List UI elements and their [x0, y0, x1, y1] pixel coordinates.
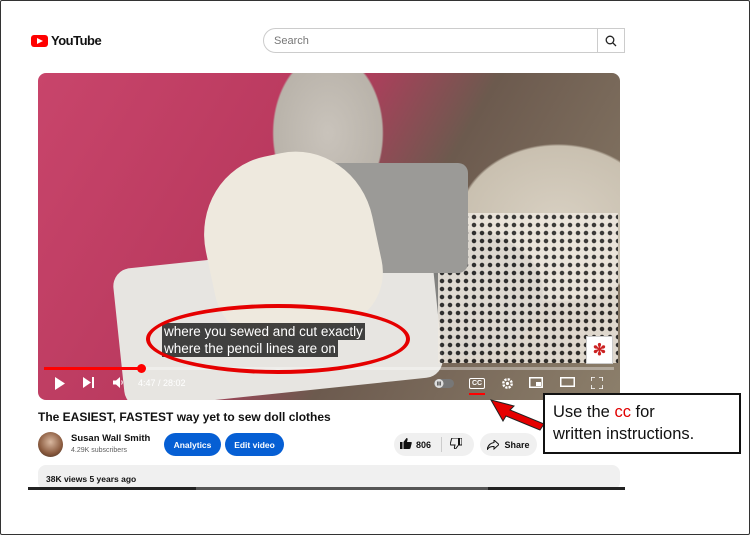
time-display: 4:47 / 28:02: [138, 378, 186, 388]
share-label: Share: [504, 439, 530, 450]
views-and-date: 38K views 5 years ago: [46, 474, 137, 484]
thumbs-up-icon: [400, 437, 412, 449]
like-dislike-group: 806: [394, 433, 474, 456]
annotation-callout: Use the cc for written instructions.: [543, 393, 741, 454]
bottom-scrollbar[interactable]: [28, 487, 625, 490]
like-divider: [441, 437, 443, 452]
play-icon: [55, 377, 65, 390]
video-title: The EASIEST, FASTEST way yet to sew doll…: [38, 410, 331, 424]
skip-next-icon: [83, 377, 94, 388]
volume-button[interactable]: [113, 377, 124, 388]
search-box: [263, 28, 625, 53]
theater-mode-button[interactable]: [560, 377, 575, 387]
youtube-play-icon: [31, 34, 48, 47]
annotation-arrow-icon: [489, 399, 545, 431]
share-button[interactable]: Share: [480, 433, 537, 456]
callout-line-2: written instructions.: [553, 425, 695, 443]
channel-watermark[interactable]: ✻: [586, 336, 613, 364]
callout-line-1: Use the cc for: [553, 401, 739, 423]
miniplayer-button[interactable]: [529, 377, 543, 388]
subtitles-cc-button[interactable]: CC: [469, 378, 485, 389]
next-button[interactable]: [83, 377, 95, 388]
autoplay-toggle[interactable]: [434, 379, 454, 388]
fullscreen-icon: [591, 377, 603, 389]
autoplay-toggle-icon: [434, 379, 454, 388]
like-button[interactable]: [400, 436, 412, 454]
theater-mode-icon: [560, 377, 575, 387]
callout-cc-highlight: cc: [614, 403, 631, 421]
channel-avatar[interactable]: [38, 432, 63, 457]
volume-icon: [113, 377, 123, 388]
search-button[interactable]: [597, 29, 624, 52]
cc-label: CC: [471, 380, 483, 387]
callout-text-before: Use the: [553, 403, 615, 421]
search-input[interactable]: [264, 33, 596, 48]
channel-name[interactable]: Susan Wall Smith: [71, 433, 150, 444]
miniplayer-icon: [529, 377, 543, 388]
callout-text-after: for: [630, 403, 655, 421]
edit-video-button[interactable]: Edit video: [225, 433, 284, 456]
like-count: 806: [416, 439, 432, 450]
fullscreen-button[interactable]: [591, 377, 603, 389]
logo-text: YouTube: [51, 33, 102, 48]
annotation-red-ellipse: [146, 304, 410, 374]
gear-icon: [502, 378, 513, 389]
settings-button[interactable]: [501, 377, 514, 390]
share-icon: [487, 439, 500, 450]
dislike-button[interactable]: [449, 436, 463, 454]
play-button[interactable]: [54, 377, 66, 390]
cc-active-indicator: [469, 393, 485, 395]
youtube-logo[interactable]: YouTube: [31, 33, 102, 48]
thumbs-down-icon: [449, 437, 463, 450]
analytics-button[interactable]: Analytics: [164, 433, 221, 456]
subscriber-count: 4.29K subscribers: [71, 447, 128, 454]
scrollbar-thumb[interactable]: [196, 487, 488, 490]
progress-fill: [44, 367, 142, 370]
search-icon: [605, 35, 617, 46]
